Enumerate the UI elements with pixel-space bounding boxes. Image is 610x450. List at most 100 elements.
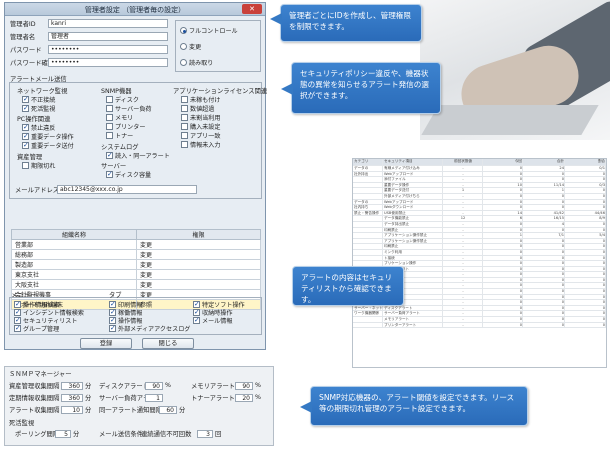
memory-alert-input[interactable]: 90 [235,381,253,390]
callout-alert-select: セキュリティポリシー違反や、機器状態の異常を知らせるアラート発信の選択ができます… [281,62,441,114]
checkbox-important-data-send[interactable]: 重要データ送付 [22,141,74,150]
checkbox-license-app-match[interactable]: アプリ一致 [181,131,220,140]
checkbox-alive-monitor[interactable]: 死活監視 [22,104,55,113]
checkbox-tab-mail-info[interactable]: メール情報 [193,316,232,325]
report-cell: 0 [565,255,606,261]
column-permission[interactable]: 権限 [136,229,261,240]
checkbox-expired[interactable]: 期限切れ [22,161,55,170]
checkbox-server-disk[interactable]: ディスク容量 [106,170,151,179]
report-cell: - [443,300,483,305]
snmp-manager-panel: ＳＮＭＰマネージャー 資産管理収集間隔 360 分 定期情報収集間隔 360 分… [4,366,274,446]
report-cell: 0 [483,277,523,283]
checkbox-snmp-memory[interactable]: メモリ [106,113,133,122]
report-header-row: カテゴリ セキュリティ項目 前回状態値 今回 合計 割合 [353,159,606,166]
table-row[interactable]: 東京支社 変更 [11,269,261,280]
checkbox-snmp-printer[interactable]: プリンター [106,122,145,131]
password-input[interactable]: •••••••• [48,45,168,54]
report-cell: 10 [483,182,523,188]
report-cell: 6 [483,216,523,221]
report-cell: 0 [565,294,606,300]
radio-full-control[interactable] [180,27,187,34]
report-cell: 0 [483,188,523,193]
report-cell: Webアップロード [383,171,443,177]
table-row[interactable]: 総務部 変更 [11,249,261,260]
checkbox-tab-media-log[interactable]: 外部メディアアクセスログ [109,324,190,333]
report-cell: 0 [565,171,606,177]
alert-interval-row: アラート収集間隔 10 分 [9,405,92,414]
report-cell: 0 [483,294,523,300]
permission-read-only[interactable]: 読み取り [180,58,213,67]
report-cell: サーバー負荷アラート [383,311,443,317]
report-cell: 重要データ送付 [383,188,443,193]
permission-change[interactable]: 変更 [180,42,201,51]
checkbox-unauthorized-connection[interactable]: 不正接続 [22,95,55,104]
office-photo [420,0,610,140]
report-cell: 0 [565,322,606,328]
checkbox-menu-group-mgmt[interactable]: グループ管理 [14,324,59,333]
close-button[interactable]: 閉じる [142,338,194,349]
report-cell: - [443,255,483,261]
report-cell: 0 [483,300,523,305]
permission-full-control[interactable]: フルコントロール [180,26,238,35]
report-cell: 0 [523,283,565,289]
checkbox-snmp-toner[interactable]: トナー [106,131,133,140]
window-title: 管理者設定 （管理者毎の設定） [84,6,186,14]
report-cell: 1 [523,188,565,193]
fail-count-input[interactable]: 3 [197,429,213,438]
report-cell: 0 [483,317,523,322]
register-button[interactable]: 登録 [80,338,132,349]
checkbox-important-data-op[interactable]: 重要データ操作 [22,132,74,141]
password-confirm-row: パスワード確認 •••••••• [10,58,168,67]
report-cell [353,261,383,266]
polling-interval-input[interactable]: 5 [55,429,71,438]
report-cell: 24 [523,166,565,171]
checkbox-snmp-server-load[interactable]: サーバー負荷 [106,104,152,113]
checkbox-license-unallocated[interactable]: 未割当利用 [181,113,220,122]
report-cell: 印刷禁止 [383,227,443,233]
mail-address-input[interactable]: abc12345@xxx.co.jp [57,185,197,194]
asset-interval-input[interactable]: 360 [61,381,83,390]
report-cell: 0 [483,171,523,177]
report-cell: 0 [523,322,565,328]
checkbox-license-unassigned[interactable]: 未稼も付け [181,95,220,104]
admin-name-input[interactable]: 管理者 [48,32,168,41]
table-row[interactable]: 製造部 変更 [11,259,261,270]
checkbox-snmp-disk[interactable]: ディスク [106,95,139,104]
checkbox-prohibited-violation[interactable]: 禁止違反 [22,123,55,132]
network-monitor-title: ネットワーク監視 [17,88,68,95]
server-load-alert-input[interactable]: 1 [145,393,163,402]
periodic-interval-input[interactable]: 360 [61,393,83,402]
callout-admin-id: 管理者ごとにIDを作成し、管理権限を制限できます。 [270,4,422,42]
alert-interval-input[interactable]: 10 [61,405,83,414]
table-row[interactable]: 大阪支社 変更 [11,279,261,290]
report-cell: 0 [565,317,606,322]
report-cell: - [443,311,483,317]
report-cell: 0 [523,199,565,205]
report-cell: 0 [523,255,565,261]
permission-group: フルコントロール 変更 読み取り [175,20,261,72]
close-window-icon[interactable]: ✕ [242,4,262,14]
radio-read-only[interactable] [180,59,187,66]
checkbox-license-info-missing[interactable]: 情報未入力 [181,140,220,149]
disk-alert-input[interactable]: 90 [145,381,163,390]
radio-change[interactable] [180,43,187,50]
report-cell: 印刷禁止 [383,244,443,249]
report-cell: 16/15 [523,216,565,221]
checkbox-license-purchase[interactable]: 購入未設定 [181,122,220,131]
same-alert-interval-input[interactable]: 60 [159,405,177,414]
password-confirm-input[interactable]: •••••••• [48,58,168,67]
column-org-name[interactable]: 組織名称 [11,229,137,240]
report-cell: 0 [483,244,523,249]
report-cell: 1 [443,188,483,193]
report-cell: - [443,261,483,266]
toner-alert-input[interactable]: 20 [235,393,253,402]
checkbox-license-exceeded[interactable]: 数値超過 [181,104,214,113]
admin-id-input[interactable]: kanri [48,19,168,28]
report-cell: - [443,294,483,300]
report-cell: 0 [523,289,565,294]
report-cell [353,188,383,193]
report-cell: 添付ファイル [383,177,443,182]
table-row[interactable]: 営業部 変更 [11,239,261,250]
checkbox-syslog-alert[interactable]: 読入・同一アラート [106,151,170,160]
mail-address-row: メールアドレス abc12345@xxx.co.jp [15,185,197,194]
